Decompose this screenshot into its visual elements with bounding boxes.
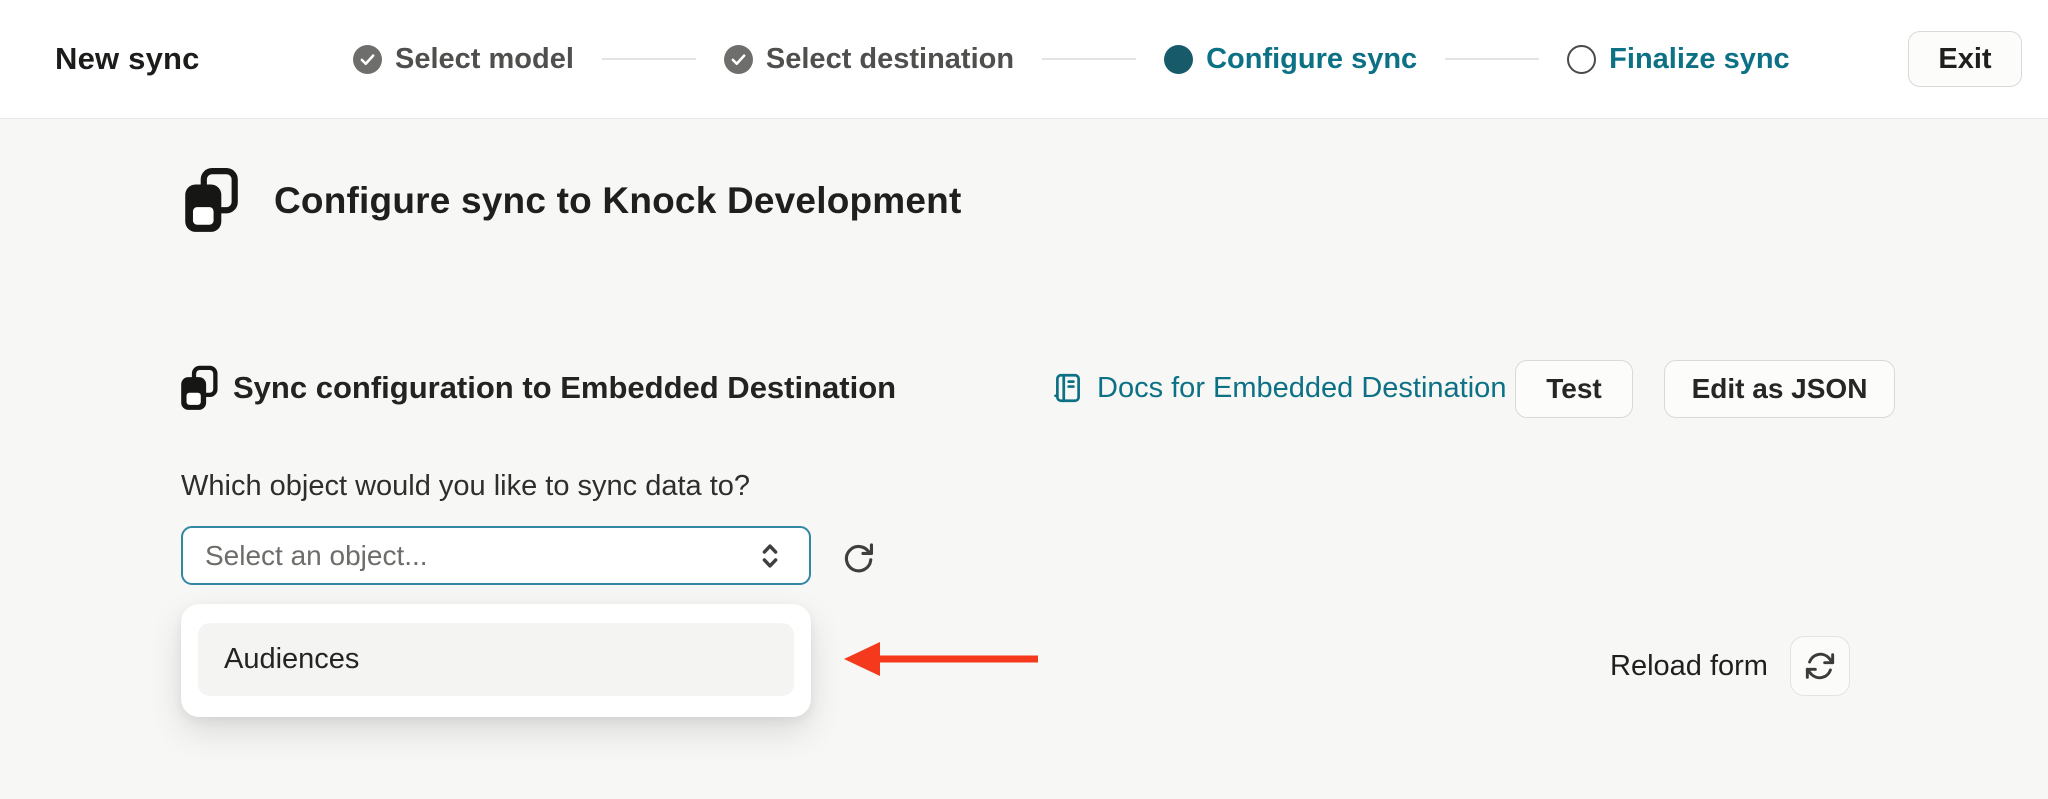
- step-connector: [601, 58, 696, 60]
- wizard-top-bar: New sync Select model Select destination…: [0, 0, 2048, 119]
- reload-icon: [1805, 652, 1835, 680]
- refresh-icon: [844, 543, 874, 573]
- chevron-up-down-icon: [762, 543, 778, 568]
- docs-link-label: Docs for Embedded Destination: [1097, 371, 1507, 404]
- reload-form-row: Reload form: [1610, 636, 1850, 696]
- step-current-dot-icon: [1164, 44, 1194, 74]
- page-heading: Configure sync to Knock Development: [274, 180, 962, 221]
- dropdown-option-audiences[interactable]: Audiences: [198, 623, 794, 696]
- object-select-dropdown: Audiences: [181, 604, 811, 717]
- docs-link[interactable]: Docs for Embedded Destination: [1051, 357, 1506, 419]
- destination-placeholder-icon: [181, 365, 218, 410]
- page-title: New sync: [55, 41, 200, 76]
- exit-button[interactable]: Exit: [1908, 31, 2022, 87]
- refresh-objects-button[interactable]: [838, 537, 878, 577]
- book-icon: [1054, 373, 1080, 403]
- step-label: Select destination: [765, 42, 1015, 75]
- step-label: Finalize sync: [1609, 42, 1790, 75]
- section-heading: Sync configuration to Embedded Destinati…: [233, 370, 897, 405]
- destination-placeholder-icon: [185, 168, 238, 232]
- step-select-destination[interactable]: Select destination: [723, 42, 1015, 76]
- wizard-stepper: Select model Select destination Configur…: [353, 0, 1790, 118]
- annotation-arrow: [844, 642, 1038, 676]
- step-connector: [1445, 58, 1540, 60]
- edit-as-json-button[interactable]: Edit as JSON: [1664, 360, 1895, 418]
- step-label: Select model: [395, 42, 574, 75]
- new-sync-wizard: New sync Select model Select destination…: [0, 0, 2048, 799]
- configure-sync-heading-row: Configure sync to Knock Development: [182, 167, 962, 235]
- step-label: Configure sync: [1206, 42, 1418, 75]
- step-complete-check-icon: [353, 44, 382, 74]
- reload-form-label: Reload form: [1610, 649, 1768, 682]
- step-finalize-sync[interactable]: Finalize sync: [1567, 43, 1790, 76]
- test-button[interactable]: Test: [1515, 360, 1633, 418]
- step-select-model[interactable]: Select model: [353, 43, 574, 76]
- step-complete-check-icon: [723, 44, 753, 74]
- sync-configuration-heading-row: Sync configuration to Embedded Destinati…: [179, 357, 896, 419]
- step-connector: [1042, 58, 1137, 60]
- object-select-placeholder: Select an object...: [205, 539, 428, 571]
- reload-form-button[interactable]: [1789, 636, 1850, 696]
- step-configure-sync[interactable]: Configure sync: [1164, 43, 1417, 76]
- object-question-label: Which object would you like to sync data…: [181, 470, 751, 502]
- step-upcoming-circle-icon: [1567, 44, 1597, 74]
- object-select[interactable]: Select an object...: [181, 526, 811, 585]
